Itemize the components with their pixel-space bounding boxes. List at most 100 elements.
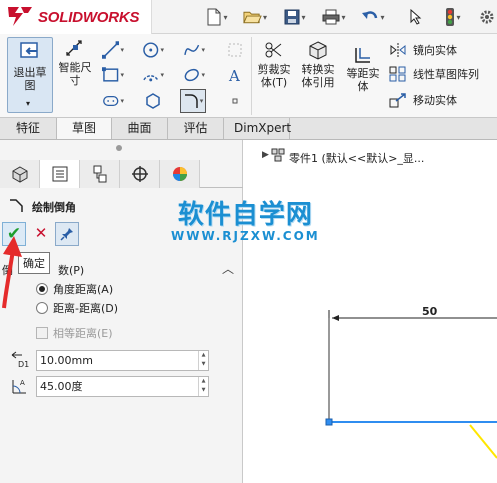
dimension-arrow [332, 315, 339, 321]
distance-input[interactable]: 10.00mm ▲ ▼ [36, 349, 209, 371]
distance-d1-icon: D1 [11, 351, 29, 369]
angle-spinner[interactable]: ▲ ▼ [198, 376, 208, 396]
angle-value: 45.00度 [40, 379, 83, 393]
distance-distance-label: 距离-距离(D) [53, 302, 119, 315]
keep-visible-button[interactable] [55, 222, 79, 246]
manager-tabs [0, 160, 243, 188]
pushpin-icon [60, 228, 73, 241]
convert-entities-label: 转换实 体引用 [301, 63, 335, 89]
logo-text: SOLIDWORKS [38, 9, 140, 26]
svg-text:A: A [20, 379, 25, 387]
point-icon[interactable] [224, 91, 246, 111]
distance-value: 10.00mm [40, 353, 93, 367]
line-icon[interactable]: ▾ [102, 40, 124, 60]
offset-entities-label: 等距实 体 [346, 67, 380, 93]
radio-unchecked[interactable] [36, 302, 48, 314]
dimxpert-manager-tab[interactable] [120, 160, 160, 188]
angle-distance-label: 角度距离(A) [53, 283, 114, 296]
save-icon[interactable]: ▾ [283, 5, 307, 29]
spline-icon[interactable]: ▾ [183, 40, 205, 60]
property-list-icon [52, 166, 67, 182]
tab-surfaces[interactable]: 曲面 [112, 118, 168, 139]
angle-icon: A [12, 379, 26, 394]
text-icon[interactable]: A [224, 65, 246, 85]
section-title-prefix: 倒 [2, 264, 13, 277]
configuration-icon [93, 165, 106, 183]
watermark-title: 软件自学网 [177, 200, 313, 230]
equal-distance-checkbox[interactable] [36, 327, 48, 339]
display-manager-tab[interactable] [160, 160, 200, 188]
exit-sketch-button[interactable]: 退出草 图 ▾ [7, 37, 53, 113]
traffic-light-icon[interactable]: ▾ [441, 5, 465, 29]
move-entities-button[interactable]: 移动实体 [389, 92, 457, 108]
dimension-value[interactable]: 50 [422, 305, 437, 318]
distance-icon-label: D1 [18, 360, 29, 369]
move-entities-label: 移动实体 [413, 94, 457, 107]
tab-evaluate[interactable]: 评估 [168, 118, 224, 139]
convert-entities-button[interactable]: 转换实 体引用 [297, 40, 339, 89]
tab-sketch[interactable]: 草图 [57, 118, 112, 139]
distance-distance-option[interactable]: 距离-距离(D) [36, 300, 118, 316]
distance-spinner[interactable]: ▲ ▼ [198, 350, 208, 370]
trim-label: 剪裁实 体(T) [257, 63, 291, 89]
angle-input[interactable]: 45.00度 ▲ ▼ [36, 375, 209, 397]
angle-row: A 45.00度 ▲ ▼ [10, 375, 209, 397]
section-title: 数(P) [58, 264, 85, 277]
part-tree-label[interactable]: 零件1 (默认<<默认>_显... [289, 150, 424, 166]
smart-dimension-label: 智能尺 寸 [58, 61, 92, 87]
tree-expand-icon[interactable]: ▶ [262, 150, 269, 160]
mirror-label: 镜向实体 [413, 44, 457, 57]
options-gear-icon[interactable] [475, 5, 497, 29]
solidworks-logo-icon [8, 7, 32, 26]
feature-manager-tab[interactable] [0, 160, 40, 188]
mirror-entities-button[interactable]: 镜向实体 [389, 42, 457, 58]
arc-icon[interactable]: ▾ [142, 65, 164, 85]
sketch-fillet-icon[interactable]: ▾ [180, 89, 206, 113]
chevron-up-icon[interactable]: ︿ [222, 260, 234, 277]
sketch-vertex-point [325, 418, 333, 426]
configuration-manager-tab[interactable] [80, 160, 120, 188]
equal-distance-option[interactable]: 相等距离(E) [36, 325, 113, 341]
checkmark-icon: ✔ [6, 224, 22, 244]
print-icon[interactable]: ▾ [322, 5, 346, 29]
preview-chamfer-line [469, 424, 497, 459]
watermark: 软件自学网 WWW.RJZXW.COM [171, 194, 320, 243]
tab-dimxpert[interactable]: DimXpert [224, 118, 291, 139]
rectangle-icon[interactable]: ▾ [102, 65, 124, 85]
slot-icon[interactable]: ▾ [102, 91, 124, 111]
select-arrow-icon[interactable] [404, 5, 428, 29]
polygon-icon[interactable] [142, 91, 164, 111]
panel-grip-icon[interactable] [116, 145, 122, 151]
property-manager-title: 绘制倒角 [32, 201, 76, 214]
undo-icon[interactable]: ▾ [361, 5, 385, 29]
exit-sketch-label: 退出草 图 [13, 66, 47, 92]
new-document-icon[interactable]: ▾ [205, 5, 229, 29]
equal-distance-label: 相等距离(E) [53, 327, 113, 340]
open-folder-icon[interactable]: ▾ [243, 5, 267, 29]
tab-features[interactable]: 特征 [0, 118, 57, 139]
command-manager-tabs: 特征 草图 曲面 评估 DimXpert [0, 118, 497, 140]
exit-sketch-icon [20, 42, 38, 58]
svg-text:A: A [228, 67, 240, 84]
offset-entities-button[interactable]: 等距实 体 [343, 46, 383, 93]
trim-entities-button[interactable]: 剪裁实 体(T) [254, 40, 294, 89]
feature-tree-icon [12, 166, 27, 183]
distance-row: D1 10.00mm ▲ ▼ [10, 349, 209, 371]
close-icon: ✕ [34, 224, 48, 242]
property-manager-tab[interactable] [40, 160, 80, 188]
ellipse-icon[interactable]: ▾ [183, 65, 205, 85]
angle-distance-option[interactable]: 角度距离(A) [36, 281, 113, 297]
app-logo[interactable]: SOLIDWORKS [0, 0, 152, 34]
ribbon-divider [251, 37, 252, 115]
part-icon [271, 148, 285, 162]
ok-button[interactable]: ✔ [2, 222, 26, 246]
linear-pattern-label: 线性草图阵列 [413, 68, 479, 81]
plane-icon[interactable] [224, 40, 246, 60]
smart-dimension-button[interactable]: 智能尺 寸 [55, 38, 95, 87]
mirror-icon [390, 43, 406, 57]
sketch-chamfer-icon [10, 199, 23, 212]
radio-checked[interactable] [36, 283, 48, 295]
circle-icon[interactable]: ▾ [142, 40, 164, 60]
cancel-button[interactable]: ✕ [32, 222, 50, 244]
linear-pattern-button[interactable]: 线性草图阵列 [389, 66, 479, 82]
